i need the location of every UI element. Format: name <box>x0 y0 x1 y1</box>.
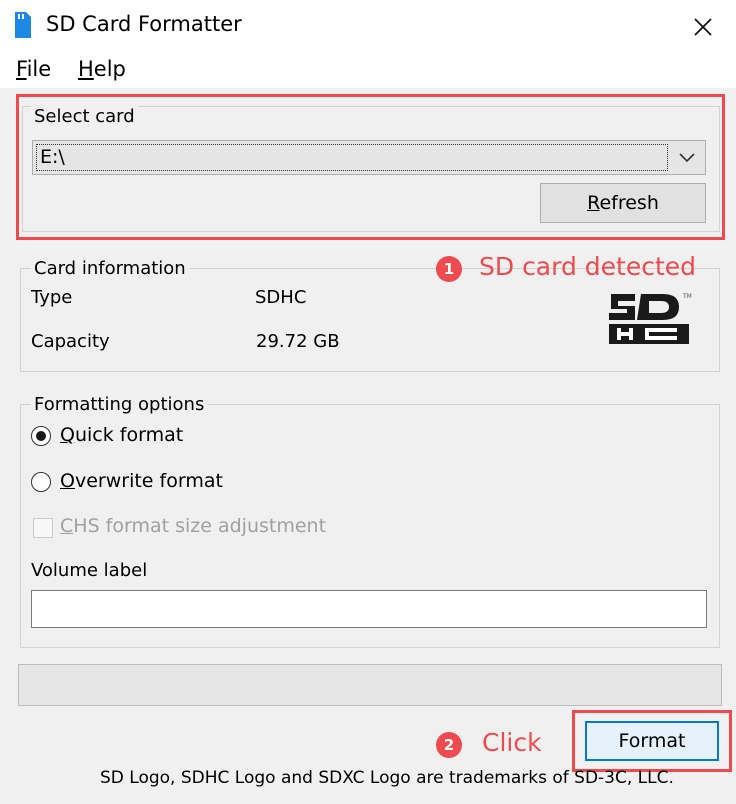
trademark-notice: SD Logo, SDHC Logo and SDXC Logo are tra… <box>100 768 674 788</box>
overwrite-format-mnemonic: O <box>60 470 75 492</box>
chs-adjustment-label: CHS format size adjustment <box>60 515 326 537</box>
menu-help-label: elp <box>93 57 126 81</box>
chs-adjustment-checkbox[interactable] <box>33 518 53 538</box>
formatting-options-group-label: Formatting options <box>31 394 208 415</box>
menu-file[interactable]: File <box>16 57 51 81</box>
capacity-value: 29.72 GB <box>256 331 340 352</box>
sdhc-logo-icon: TM <box>609 293 692 344</box>
menu-file-label: ile <box>26 57 52 81</box>
card-information-group-label: Card information <box>31 258 189 279</box>
annotation-highlight-select-card <box>16 94 725 240</box>
step-2-annotation: Click <box>482 728 542 757</box>
quick-format-radio[interactable] <box>31 426 51 446</box>
menu-bar: File Help <box>0 52 736 88</box>
volume-label-title: Volume label <box>31 560 148 581</box>
volume-label-input[interactable] <box>31 590 707 628</box>
svg-text:TM: TM <box>682 293 692 300</box>
close-icon[interactable] <box>690 14 716 40</box>
overwrite-format-text: verwrite format <box>74 470 223 492</box>
menu-file-mnemonic: F <box>16 57 27 81</box>
quick-format-radio-dot <box>36 431 46 441</box>
step-1-badge: 1 <box>436 256 462 282</box>
quick-format-mnemonic: Q <box>60 424 75 446</box>
type-label: Type <box>31 287 73 308</box>
capacity-label: Capacity <box>31 331 110 352</box>
menu-help-mnemonic: H <box>78 57 94 81</box>
sd-card-app-icon <box>15 12 31 38</box>
menu-help[interactable]: Help <box>78 57 126 81</box>
type-value: SDHC <box>255 287 307 308</box>
overwrite-format-label[interactable]: Overwrite format <box>60 470 223 492</box>
quick-format-text: uick format <box>74 424 184 446</box>
step-1-annotation: SD card detected <box>479 252 697 281</box>
quick-format-label[interactable]: Quick format <box>60 424 183 446</box>
chs-adjustment-text: HS format size adjustment <box>73 515 327 537</box>
window-title: SD Card Formatter <box>46 12 242 36</box>
overwrite-format-radio[interactable] <box>31 472 51 492</box>
app-window: SD Card Formatter File Help Select card … <box>0 0 736 804</box>
annotation-highlight-format-button <box>572 710 732 772</box>
format-progress-bar <box>18 664 722 706</box>
chs-adjustment-mnemonic: C <box>60 515 74 537</box>
step-2-badge: 2 <box>436 732 462 758</box>
title-bar: SD Card Formatter <box>0 0 736 52</box>
